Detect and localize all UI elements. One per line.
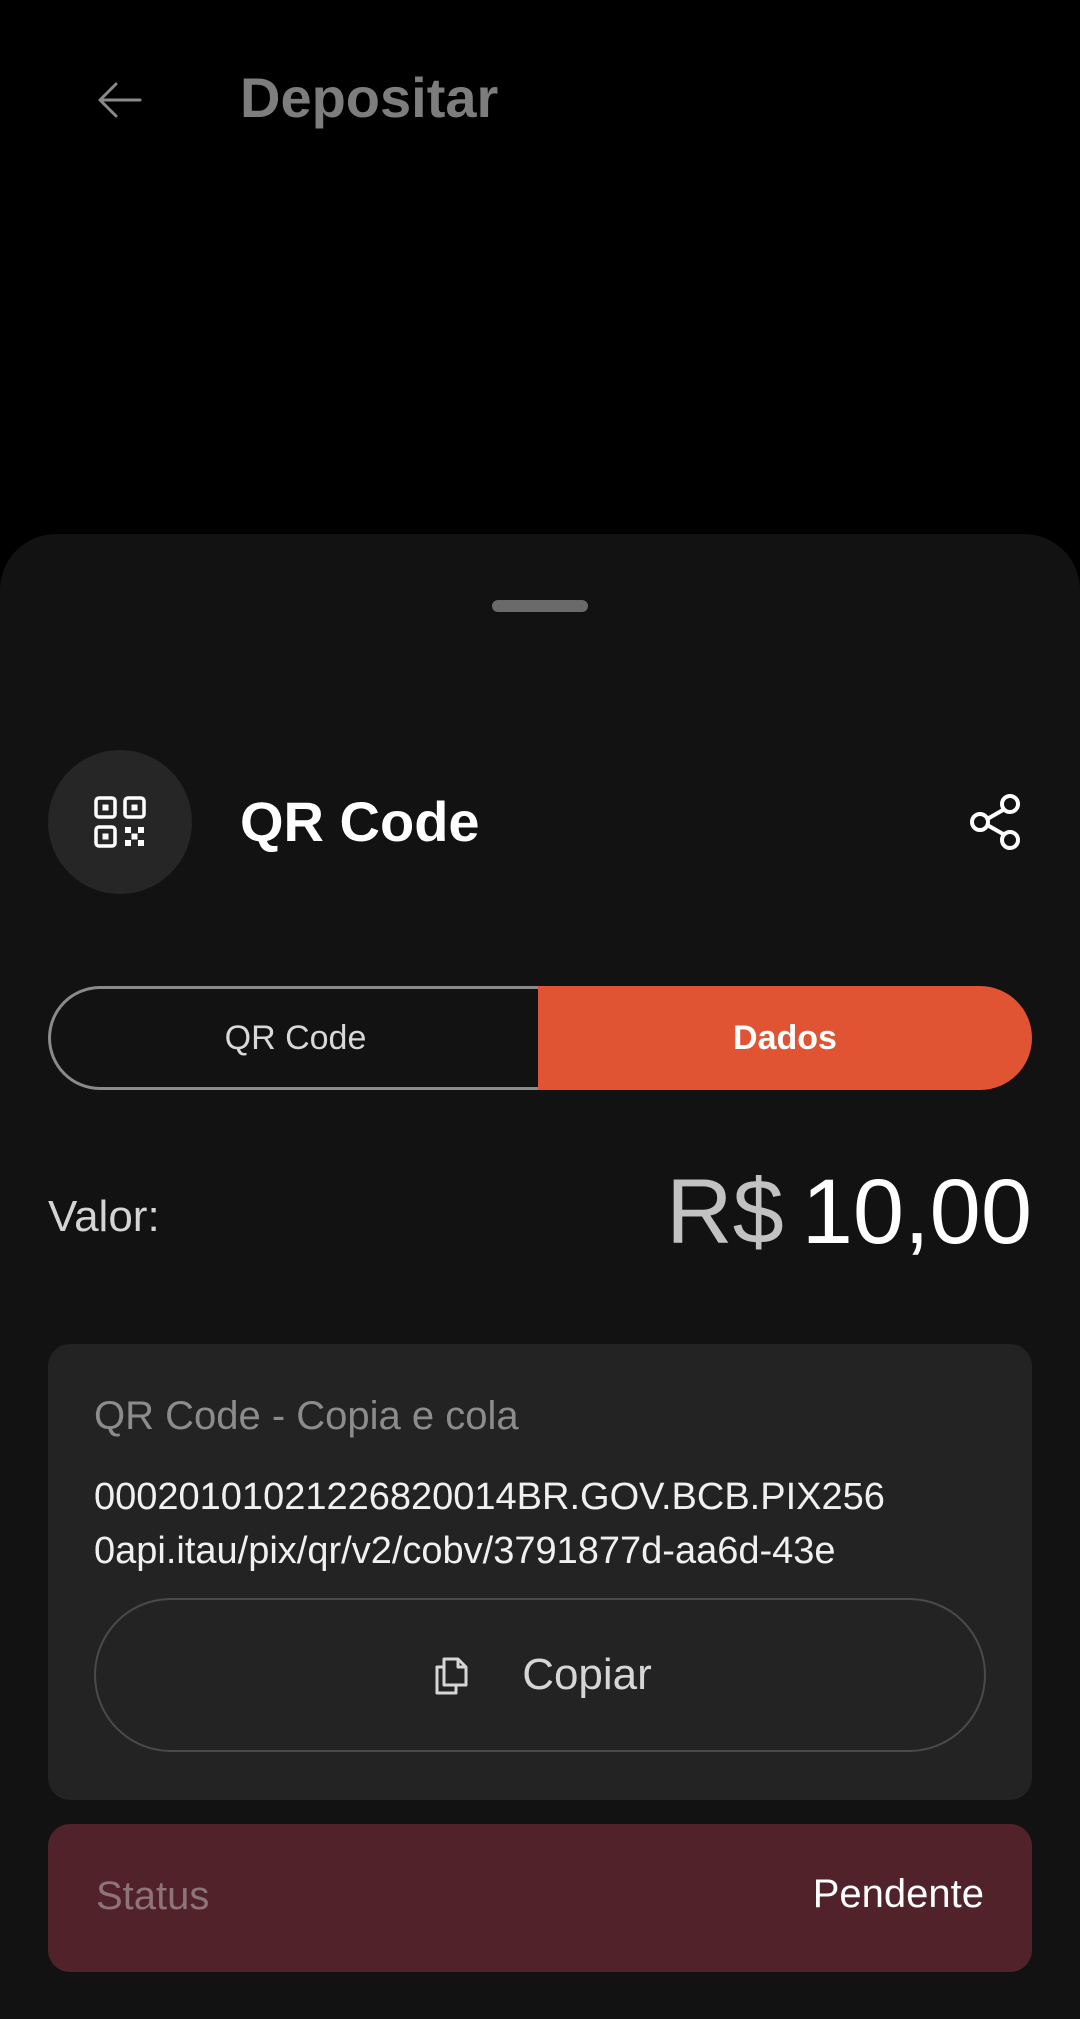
segmented-toggle: QR Code Dados: [48, 986, 1032, 1090]
copy-button-label: Copiar: [522, 1650, 652, 1699]
amount-number: 10,00: [801, 1161, 1032, 1263]
tab-dados[interactable]: Dados: [538, 986, 1032, 1090]
copy-button[interactable]: Copiar: [94, 1598, 986, 1752]
sheet-header: QR Code: [48, 750, 1032, 894]
status-card: Status Pendente: [48, 1824, 1032, 1972]
pix-copy-card: QR Code - Copia e cola 00020101021226820…: [48, 1344, 1032, 1800]
amount-value: R$ 10,00: [666, 1154, 1032, 1270]
qr-code-icon: [94, 796, 146, 848]
amount-currency: R$: [666, 1161, 784, 1263]
share-icon: [970, 794, 1020, 850]
share-button[interactable]: [960, 786, 1032, 858]
pix-code-line-1: 00020101021226820014BR.GOV.BCB.PIX256: [94, 1476, 885, 1518]
page-title: Depositar: [240, 66, 499, 129]
drag-handle[interactable]: [492, 600, 588, 612]
arrow-left-icon: [98, 82, 142, 118]
pix-code-line-2: 0api.itau/pix/qr/v2/cobv/3791877d-aa6d-4…: [94, 1530, 836, 1572]
pix-code-text[interactable]: 00020101021226820014BR.GOV.BCB.PIX256 0ap…: [94, 1470, 994, 1578]
sheet-title: QR Code: [240, 790, 480, 853]
bottom-sheet: QR Code QR Code Dados Valor: R$ 10,00 QR …: [0, 534, 1080, 2019]
deposit-screen: Depositar QR Code QR Code Dados Valor: R…: [0, 0, 1080, 2019]
amount-row: Valor: R$ 10,00: [48, 1154, 1032, 1274]
app-bar: Depositar: [0, 0, 1080, 200]
qr-avatar: [48, 750, 192, 894]
tab-qr-code[interactable]: QR Code: [48, 986, 540, 1090]
status-badge: Pendente: [812, 1872, 984, 1916]
pix-card-title: QR Code - Copia e cola: [94, 1394, 519, 1438]
copy-icon: [428, 1651, 476, 1699]
amount-label: Valor:: [48, 1192, 160, 1241]
back-button[interactable]: [80, 60, 160, 140]
status-label: Status: [96, 1874, 210, 1918]
